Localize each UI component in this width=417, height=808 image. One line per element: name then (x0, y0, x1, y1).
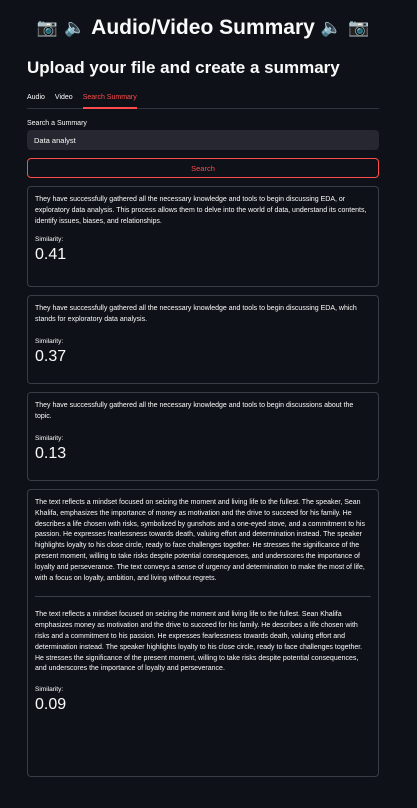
search-input[interactable]: Data analyst (27, 130, 379, 150)
search-label: Search a Summary (27, 120, 87, 127)
camera-icon: 📷 (348, 18, 370, 38)
result-text: The text reflects a mindset focused on s… (35, 499, 365, 582)
tab-video[interactable]: Video (55, 92, 73, 109)
similarity-label: Similarity: (35, 337, 64, 345)
result-text: They have successfully gathered all the … (35, 402, 354, 420)
result-card: They have successfully gathered all the … (27, 295, 379, 384)
similarity-label: Similarity: (35, 434, 64, 442)
app-title: 📷 🔈 Audio/Video Summary 🔈 📷 (27, 14, 379, 42)
similarity-value: 0.09 (35, 696, 67, 714)
tab-search-summary[interactable]: Search Summary (82, 92, 137, 109)
tab-bar: Audio Video Search Summary (27, 92, 379, 109)
search-button[interactable]: Search (27, 158, 379, 178)
similarity-label: Similarity: (35, 236, 64, 244)
speaker-icon: 🔈 (63, 18, 86, 38)
speaker-icon: 🔈 (320, 18, 342, 38)
result-text: They have successfully gathered all the … (35, 305, 357, 323)
result-card: They have successfully gathered all the … (27, 392, 379, 481)
similarity-value: 0.13 (35, 444, 67, 462)
similarity-value: 0.37 (35, 347, 67, 365)
result-card: The text reflects a mindset focused on s… (27, 489, 379, 777)
page-subtitle: Upload your file and create a summary (27, 58, 340, 77)
similarity-value: 0.41 (35, 246, 67, 264)
result-text: They have successfully gathered all the … (35, 196, 367, 225)
divider (35, 596, 371, 598)
app-title-text: Audio/Video Summary (91, 16, 315, 39)
tab-audio[interactable]: Audio (27, 92, 45, 109)
similarity-label: Similarity: (35, 686, 64, 694)
result-card: They have successfully gathered all the … (27, 186, 379, 287)
result-text-continued: The text reflects a mindset focused on s… (35, 611, 363, 673)
main-content: 📷 🔈 Audio/Video Summary 🔈 📷 Upload your … (27, 0, 379, 777)
camera-icon: 📷 (36, 18, 58, 38)
